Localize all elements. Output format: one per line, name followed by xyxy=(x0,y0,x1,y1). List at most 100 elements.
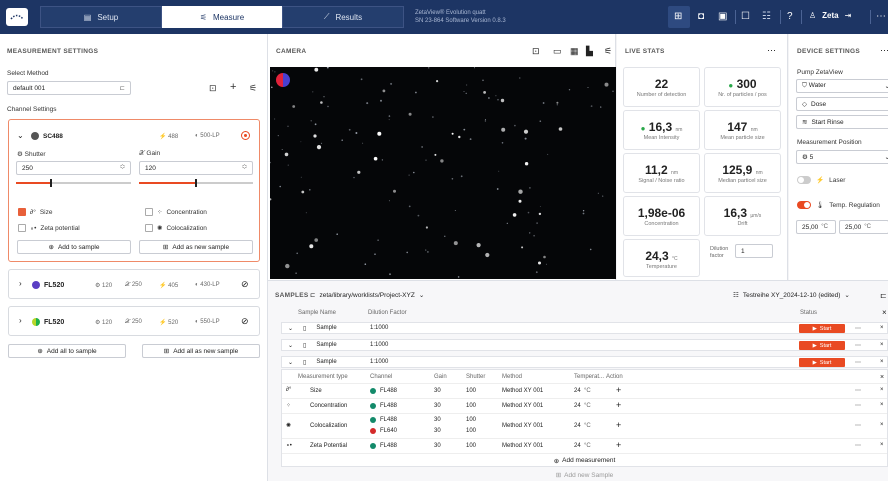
chevron-down-icon[interactable]: ⌄ xyxy=(17,131,24,140)
camera-view[interactable] xyxy=(270,67,616,279)
slider-thumb[interactable] xyxy=(195,179,197,187)
add-icon[interactable]: + xyxy=(616,385,621,395)
chevron-right-icon[interactable]: › xyxy=(19,316,22,325)
more-icon[interactable]: ⋯ xyxy=(880,45,888,56)
temp-toggle-row[interactable]: 🌡︎ Temp. Regulation xyxy=(797,201,880,209)
add-all-to-sample-button[interactable]: ⊕ Add all to sample xyxy=(8,344,126,358)
dilution-input[interactable]: 1 xyxy=(735,244,773,258)
settings-sliders-icon[interactable]: ⚟ xyxy=(604,46,612,57)
chevron-down-icon[interactable]: ⌄ xyxy=(288,325,293,332)
save-method-icon[interactable]: ⊡ xyxy=(209,83,217,94)
tab-results[interactable]: ⟋ Results xyxy=(282,6,404,28)
add-measurement-button[interactable]: ⊕ Add measurement xyxy=(282,453,887,467)
add-to-sample-button[interactable]: ⊕ Add to sample xyxy=(17,240,131,254)
method-select[interactable]: default 001 ⊏ xyxy=(7,81,131,95)
eye-off-icon[interactable]: ⊘ xyxy=(241,279,249,290)
tab-setup[interactable]: ▤ Setup xyxy=(40,6,162,28)
add-icon[interactable]: + xyxy=(616,440,621,450)
add-icon[interactable]: + xyxy=(616,420,621,430)
run-name[interactable]: ☷ Testreihe XY_2024-12-10 (edited) ⌄ xyxy=(733,291,850,300)
start-rinse-button[interactable]: ≋ Start Rinse xyxy=(796,115,888,129)
pump-select[interactable]: ⛉ Water ⌄ xyxy=(796,79,888,93)
logout-icon[interactable]: ⇥ xyxy=(845,11,852,20)
start-button[interactable]: ▶ Start xyxy=(799,324,845,333)
checkbox[interactable] xyxy=(18,224,26,232)
eye-off-icon[interactable]: ⊘ xyxy=(241,316,249,327)
check-size[interactable]: ∂° Size xyxy=(18,208,52,216)
histogram-icon[interactable]: ▙ xyxy=(586,46,593,57)
channel-card-fl520-b[interactable]: › FL520 ⚙ 120 𝒳 250 ⚡ 520 ◐ 550-LP ⊘ xyxy=(8,306,260,336)
chevron-right-icon[interactable]: › xyxy=(19,279,22,288)
checkbox[interactable] xyxy=(145,224,153,232)
measurement-row[interactable]: ∘• Zeta Potential FL488 30 100 Method XY… xyxy=(282,438,887,452)
grid-icon[interactable]: ▦ xyxy=(570,46,579,57)
chevron-down-icon[interactable]: ⌄ xyxy=(288,342,293,349)
more-icon[interactable]: ⋯ xyxy=(855,325,861,332)
more-icon[interactable]: ⋯ xyxy=(855,387,861,394)
user-menu[interactable]: ♙ Zeta ⇥ xyxy=(809,11,851,20)
add-all-as-new-sample-button[interactable]: ⊞ Add all as new sample xyxy=(142,344,260,358)
chevron-down-icon[interactable]: ⌄ xyxy=(288,359,293,366)
add-icon[interactable]: + xyxy=(616,400,621,410)
temp-setpoint-input[interactable]: 25,00 °C xyxy=(839,220,888,234)
checkbox[interactable] xyxy=(18,208,26,216)
start-button[interactable]: ▶ Start xyxy=(799,358,845,367)
slider-thumb[interactable] xyxy=(49,179,52,187)
close-icon[interactable]: × xyxy=(880,422,884,428)
close-icon[interactable]: × xyxy=(880,342,884,348)
dose-button[interactable]: ◇ Dose xyxy=(796,97,888,111)
worklist-path[interactable]: ⊏ zeta/library/worklists/Project-XYZ ⌄ xyxy=(310,291,424,300)
help-icon[interactable]: ? xyxy=(787,11,793,23)
measurement-row[interactable]: ✺ Colocalization FL488 FL640 30 30 100 1… xyxy=(282,413,887,437)
window-icon[interactable]: ☐ xyxy=(741,11,750,23)
filter-settings-icon[interactable]: ⚟ xyxy=(249,83,257,94)
tab-measure[interactable]: ⚟ Measure xyxy=(162,6,282,28)
stepper-icon[interactable]: ︿ ﹀ xyxy=(242,163,247,173)
add-new-sample-button[interactable]: ⊞ Add new Sample xyxy=(281,469,888,481)
table-row[interactable]: ⌄ ▯ Sample 1:1000 ▶ Start ⋯ × xyxy=(281,356,888,368)
layout-split-icon[interactable]: ◘ xyxy=(698,11,704,23)
check-colocalization[interactable]: ✺ Colocalization xyxy=(145,224,207,232)
temp-toggle[interactable] xyxy=(797,201,811,209)
more-icon[interactable]: ⋯ xyxy=(855,342,861,349)
stepper-icon[interactable]: ︿ ﹀ xyxy=(120,163,125,173)
app-logo[interactable] xyxy=(6,8,28,26)
laser-toggle-row[interactable]: ⚡ Laser xyxy=(797,176,845,184)
check-zeta[interactable]: ∘• Zeta potential xyxy=(18,224,80,232)
table-row[interactable]: ⌄ ▯ Sample 1:1000 ▶ Start ⋯ × xyxy=(281,339,888,351)
list-icon[interactable]: ☷ xyxy=(762,11,771,23)
close-icon[interactable]: × xyxy=(880,387,884,393)
add-method-icon[interactable]: + xyxy=(230,81,236,93)
add-as-new-sample-button[interactable]: ⊞ Add as new sample xyxy=(139,240,253,254)
shutter-slider[interactable] xyxy=(16,179,131,187)
video-icon[interactable]: ▭ xyxy=(553,46,562,57)
gain-slider[interactable] xyxy=(139,179,253,187)
close-icon[interactable]: × xyxy=(880,359,884,365)
more-icon[interactable]: ⋯ xyxy=(855,402,861,409)
measurement-row[interactable]: ∂° Size FL488 30 100 Method XY 001 24 °C… xyxy=(282,383,887,397)
gain-input[interactable]: 120 ︿ ﹀ xyxy=(139,161,253,175)
layout-single-icon[interactable]: ▣ xyxy=(718,11,727,23)
shutter-input[interactable]: 250 ︿ ﹀ xyxy=(16,161,131,175)
checkbox[interactable] xyxy=(145,208,153,216)
laser-toggle[interactable] xyxy=(797,176,811,184)
more-icon[interactable]: ⋯ xyxy=(855,422,861,429)
start-button[interactable]: ▶ Start xyxy=(799,341,845,350)
more-icon[interactable]: ⋯ xyxy=(876,11,886,23)
measurement-row[interactable]: ⁘ Concentration FL488 30 100 Method XY 0… xyxy=(282,398,887,412)
more-icon[interactable]: ⋯ xyxy=(767,45,776,56)
position-select[interactable]: ⚙ 5 ⌄ xyxy=(796,150,888,164)
check-concentration[interactable]: ⁘ Concentration xyxy=(145,208,207,216)
close-icon[interactable]: × xyxy=(880,374,884,381)
close-icon[interactable]: × xyxy=(880,325,884,331)
more-icon[interactable]: ⋯ xyxy=(855,359,861,366)
close-icon[interactable]: × xyxy=(882,308,887,317)
more-icon[interactable]: ⋯ xyxy=(855,442,861,449)
focus-icon[interactable]: ⊡ xyxy=(532,46,540,57)
close-icon[interactable]: × xyxy=(880,442,884,448)
close-icon[interactable]: × xyxy=(880,402,884,408)
record-icon[interactable] xyxy=(241,131,250,140)
table-row[interactable]: ⌄ ▯ Sample 1:1000 ▶ Start ⋯ × xyxy=(281,322,888,334)
folder-icon[interactable]: ⊏ xyxy=(880,291,887,300)
channel-card-fl520-a[interactable]: › FL520 ⚙ 120 𝒳 250 ⚡ 405 ◐ 430-LP ⊘ xyxy=(8,269,260,299)
